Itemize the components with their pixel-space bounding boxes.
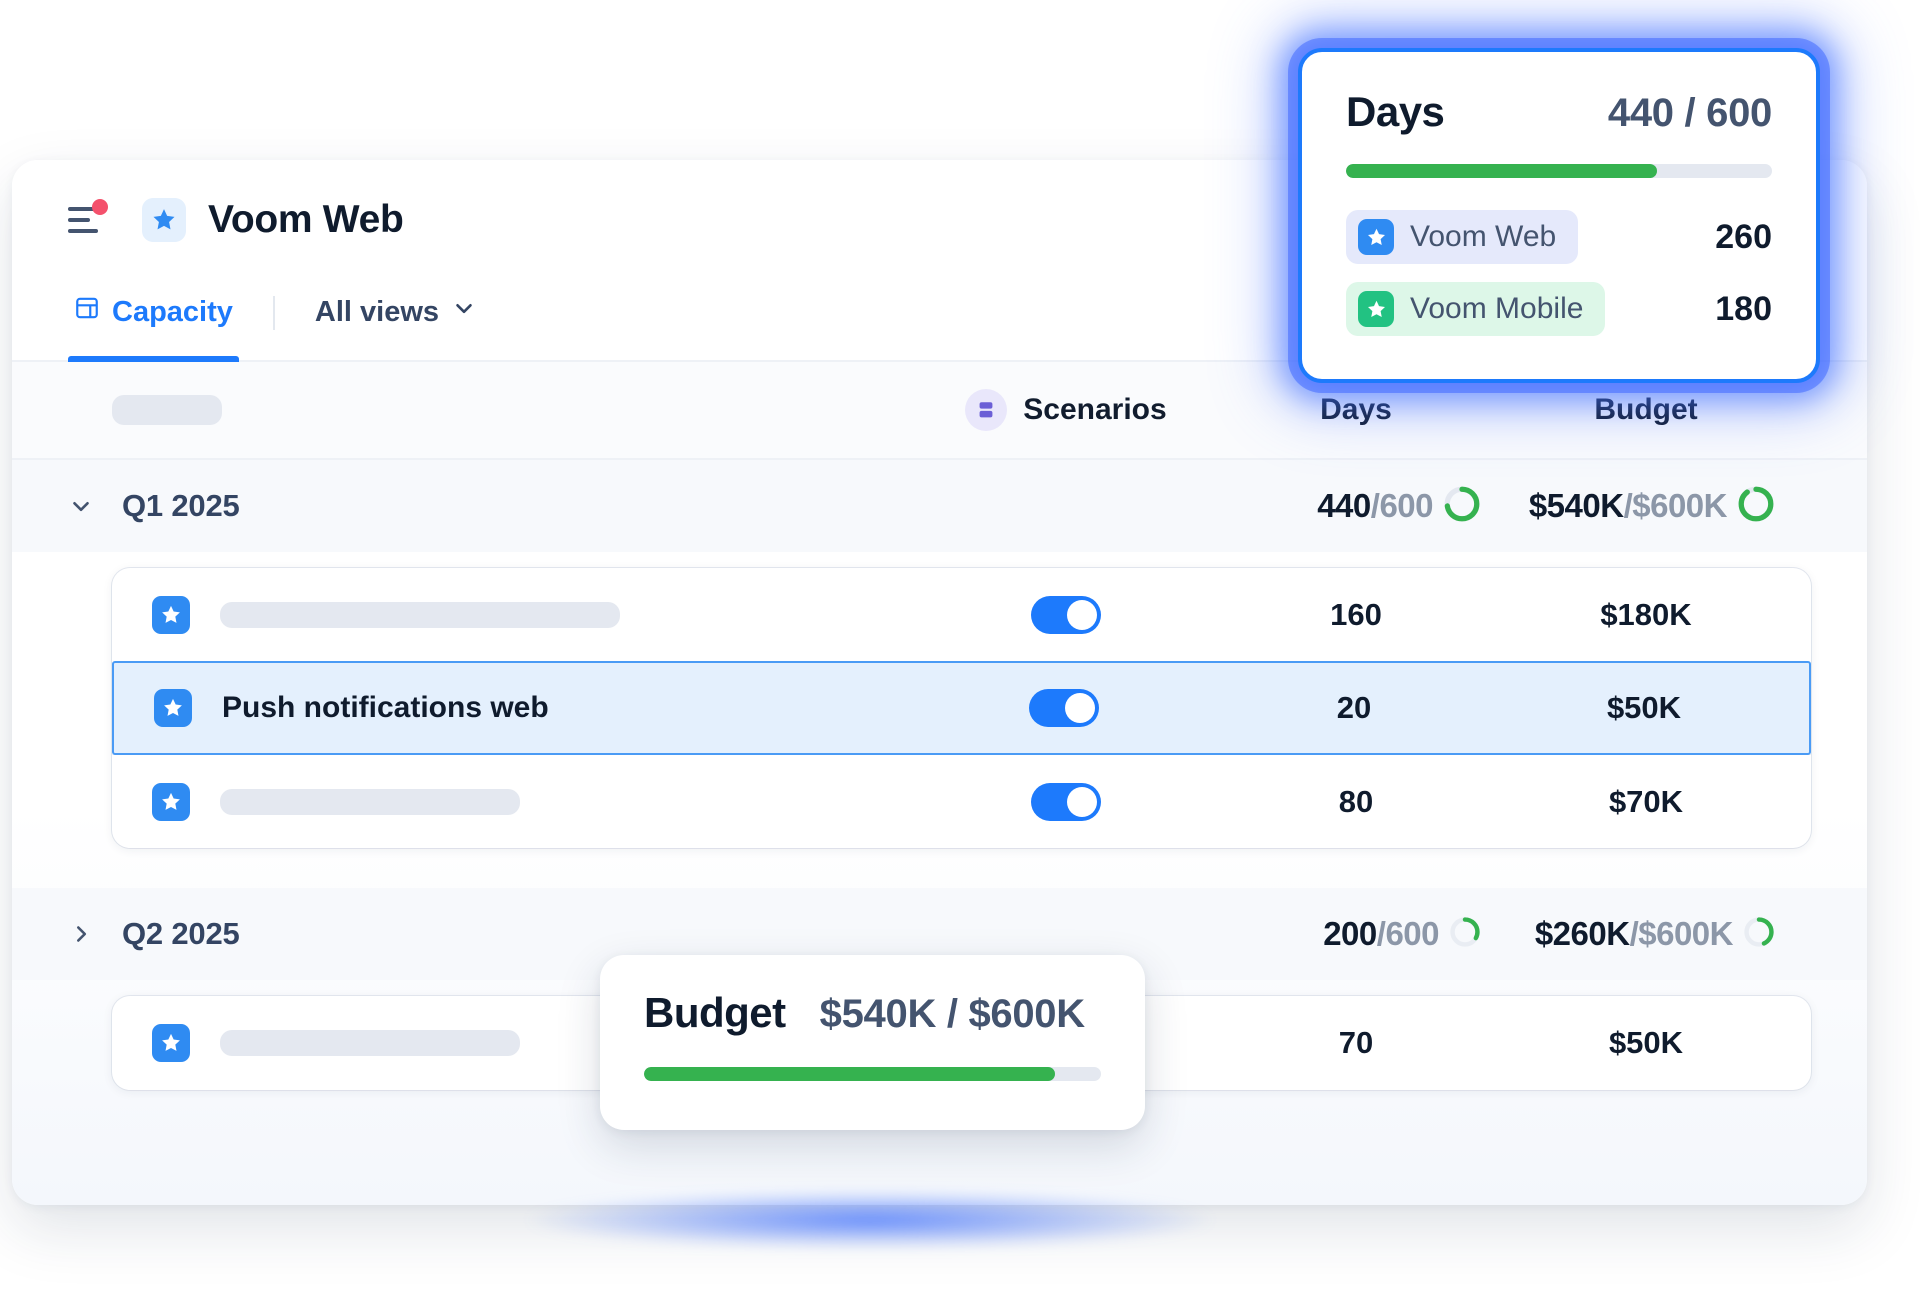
group-budget-q1: $540K/$600K (1481, 485, 1811, 528)
row-budget: $50K (1606, 690, 1682, 725)
budget-card-title: Budget (644, 989, 786, 1036)
scenarios-icon (965, 389, 1008, 431)
toggle-switch[interactable] (1031, 782, 1101, 821)
name-placeholder (112, 395, 222, 425)
row-name-placeholder (220, 1030, 520, 1056)
budget-card-header: Budget $540K / $600K (644, 989, 1101, 1037)
group-days-total-q1: 600 (1379, 487, 1433, 524)
star-icon (1358, 291, 1394, 327)
days-card-header: Days 440 / 600 (1346, 88, 1772, 136)
group-budget-q2: $260K/$600K (1481, 915, 1811, 953)
days-card-value: 440 / 600 (1607, 91, 1772, 135)
legend-value-voom-mobile: 180 (1715, 289, 1772, 328)
task-card-q1: 160 $180K Push notifications web 20 $50K (112, 568, 1811, 848)
progress-ring-days-q2 (1449, 916, 1481, 953)
toggle-switch[interactable] (1031, 596, 1101, 634)
notification-dot-icon (92, 199, 108, 215)
budget-summary-card: Budget $540K / $600K (600, 955, 1145, 1130)
row-budget: $50K (1608, 1025, 1684, 1060)
legend-value-voom-web: 260 (1715, 217, 1772, 256)
group-days-total-q2: 600 (1385, 915, 1439, 952)
group-budget-sep-q2: / (1629, 915, 1639, 952)
column-header-scenarios-label: Scenarios (1023, 393, 1167, 426)
row-days: 70 (1338, 1025, 1374, 1060)
row-days: 80 (1338, 783, 1374, 819)
toggle-switch[interactable] (1029, 689, 1099, 727)
row-budget: $180K (1600, 597, 1692, 632)
column-header-name (112, 395, 901, 425)
row-budget: $70K (1608, 783, 1684, 819)
budget-card-value: $540K / $600K (819, 992, 1085, 1036)
tab-all-views-label: All views (314, 295, 440, 328)
star-icon (154, 689, 192, 727)
group-name-q2: Q2 2025 (122, 916, 240, 951)
group-days-q2: 200/600 (1231, 915, 1481, 953)
star-icon (142, 198, 186, 242)
table-row[interactable]: 160 $180K (112, 568, 1811, 662)
group-budget-used-q2: $260K (1534, 915, 1630, 952)
row-scenario-toggle[interactable] (899, 689, 1229, 727)
group-budget-used-q1: $540K (1528, 487, 1624, 524)
table-row[interactable]: 80 $70K (112, 754, 1811, 848)
screenshot-stage: Voom Web Capacity All views Scenarios Da… (0, 0, 1920, 1291)
column-header-days[interactable]: Days (1231, 393, 1481, 427)
row-scenario-toggle[interactable] (901, 596, 1231, 634)
legend-item-voom-mobile: Voom Mobile 180 (1346, 282, 1772, 336)
group-budget-sep-q1: / (1623, 487, 1633, 524)
progress-ring-budget-q1 (1737, 485, 1775, 528)
days-card-legend: Voom Web 260 Voom Mobile 180 (1346, 210, 1772, 336)
row-name-placeholder (220, 602, 620, 628)
star-icon (152, 596, 190, 634)
legend-item-voom-web: Voom Web 260 (1346, 210, 1772, 264)
column-header-budget[interactable]: Budget (1481, 393, 1811, 427)
days-progress-bar (1346, 164, 1772, 178)
group-budget-total-q2: $600K (1638, 915, 1733, 952)
row-days: 20 (1336, 690, 1372, 725)
group-name-q1: Q1 2025 (122, 488, 240, 523)
star-icon (1358, 219, 1394, 255)
progress-ring-days-q1 (1443, 485, 1481, 528)
table-icon (74, 295, 100, 329)
group-days-used-q1: 440 (1317, 487, 1371, 524)
legend-label-voom-mobile: Voom Mobile (1410, 292, 1584, 325)
chevron-down-icon (451, 295, 477, 329)
column-header-scenarios[interactable]: Scenarios (901, 389, 1231, 431)
tab-capacity-label: Capacity (112, 295, 233, 328)
legend-label-voom-web: Voom Web (1410, 220, 1557, 253)
group-days-q1: 440/600 (1231, 485, 1481, 528)
blue-glow-decoration (520, 1190, 1220, 1250)
group-days-used-q2: 200 (1323, 915, 1377, 952)
row-name-placeholder (220, 788, 520, 815)
days-card-title: Days (1346, 88, 1445, 135)
star-icon (152, 1024, 190, 1062)
row-scenario-toggle[interactable] (901, 782, 1231, 821)
tab-divider (272, 296, 275, 330)
chevron-down-icon[interactable] (68, 493, 94, 519)
table-row-selected[interactable]: Push notifications web 20 $50K (112, 661, 1811, 755)
row-days: 160 (1330, 597, 1382, 632)
budget-progress-bar (644, 1067, 1101, 1081)
hamburger-icon[interactable] (68, 199, 108, 233)
group-row-q1[interactable]: Q1 2025 440/600 $540K/$600K (12, 460, 1867, 552)
tab-capacity[interactable]: Capacity (68, 280, 239, 362)
star-icon (152, 782, 190, 821)
tab-all-views[interactable]: All views (309, 280, 483, 360)
row-name: Push notifications web (222, 691, 549, 724)
days-summary-card: Days 440 / 600 Voom Web 260 Voom Mobile … (1298, 48, 1820, 383)
progress-ring-budget-q2 (1743, 916, 1775, 953)
chevron-right-icon[interactable] (68, 921, 94, 947)
group-budget-total-q1: $600K (1632, 487, 1727, 524)
page-title: Voom Web (208, 198, 404, 241)
